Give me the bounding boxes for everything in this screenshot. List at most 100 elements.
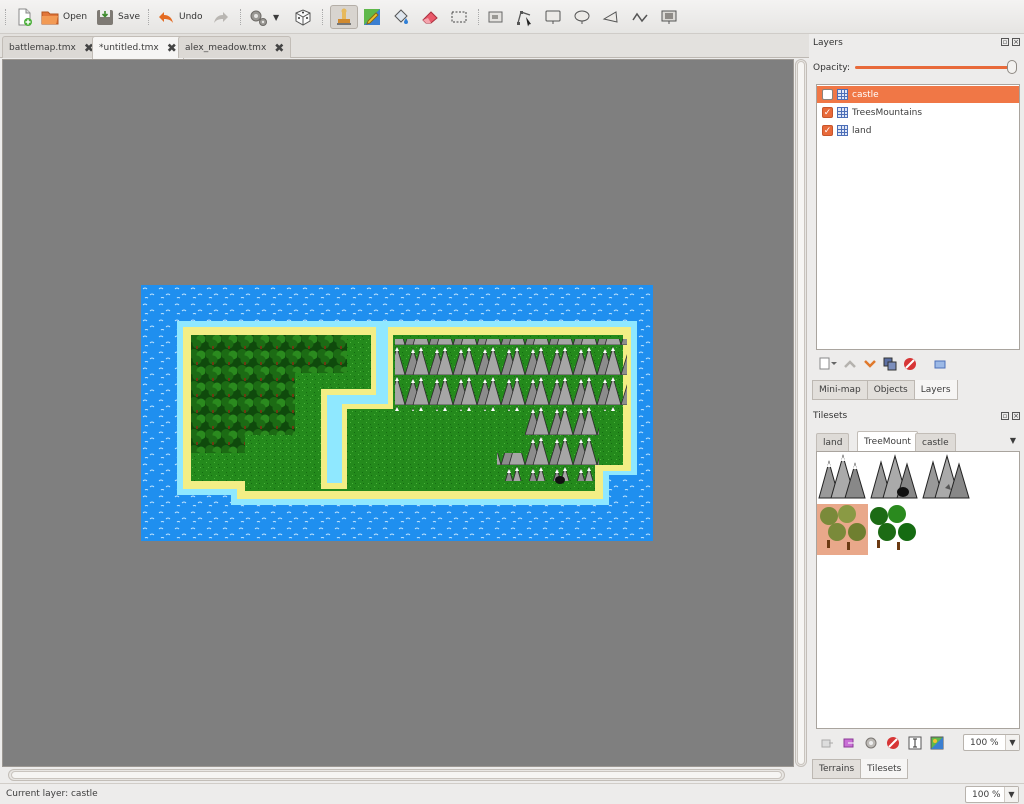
insert-polyline-button[interactable] xyxy=(630,5,652,29)
import-tileset-icon[interactable] xyxy=(842,736,856,750)
toolbar-grip[interactable] xyxy=(5,9,8,25)
remove-layer-icon[interactable] xyxy=(903,357,917,371)
tab-battlemap[interactable]: battlemap.tmx ✖ xyxy=(2,36,101,58)
close-icon[interactable]: ✖ xyxy=(274,41,284,55)
select-objects-button[interactable] xyxy=(486,5,508,29)
layer-visibility-checkbox[interactable] xyxy=(822,89,833,100)
close-icon[interactable]: ✖ xyxy=(167,41,177,55)
mountain-path-tile[interactable] xyxy=(922,454,970,499)
tab-alex-meadow[interactable]: alex_meadow.tmx ✖ xyxy=(178,36,292,58)
rectangle-select-icon xyxy=(451,11,467,23)
tab-untitled[interactable]: *untitled.tmx ✖ xyxy=(92,36,184,59)
move-layer-down-icon[interactable] xyxy=(863,357,877,371)
commands-button[interactable] xyxy=(248,5,270,29)
tree-tile-selected[interactable] xyxy=(817,504,868,555)
rectangle-select-button[interactable] xyxy=(449,5,471,29)
folder-open-icon xyxy=(41,11,59,25)
status-bar: Current layer: castle 100 % ▼ xyxy=(0,783,1024,804)
tileset-tab-land[interactable]: land xyxy=(816,433,850,451)
tree-tile[interactable] xyxy=(870,505,916,550)
eraser-button[interactable] xyxy=(420,5,442,29)
layers-panel-buttons: ▫ × xyxy=(1001,38,1020,46)
save-button[interactable]: Save xyxy=(95,5,141,29)
stamp-brush-button[interactable] xyxy=(330,5,358,29)
tab-objects[interactable]: Objects xyxy=(866,380,915,400)
undo-button[interactable]: Undo xyxy=(156,5,206,29)
redo-arrow-icon xyxy=(214,12,228,23)
tileset-image-icon[interactable] xyxy=(930,736,944,750)
scroll-thumb[interactable] xyxy=(11,771,782,779)
move-layer-up-icon[interactable] xyxy=(843,357,857,371)
opacity-slider-handle[interactable] xyxy=(1007,60,1017,74)
tileset-tiles[interactable] xyxy=(817,452,1021,556)
layer-tools xyxy=(819,354,947,374)
edit-terrain-icon[interactable] xyxy=(908,736,922,750)
insert-tile-button[interactable] xyxy=(659,5,681,29)
layer-properties-icon[interactable] xyxy=(933,357,947,371)
new-map-button[interactable] xyxy=(14,5,36,29)
tileset-tabs: land TreeMount castle ▼ xyxy=(816,431,1020,451)
tab-tilesets[interactable]: Tilesets xyxy=(860,759,909,779)
layer-name: land xyxy=(852,125,872,136)
mountain-tile[interactable] xyxy=(817,452,868,502)
tab-label: battlemap.tmx xyxy=(9,42,76,53)
new-tileset-icon[interactable] xyxy=(820,736,834,750)
edit-polygon-icon xyxy=(517,11,531,27)
toolbar-separator xyxy=(148,9,151,25)
add-layer-icon[interactable] xyxy=(819,357,837,371)
layers-list[interactable]: castle ✓ TreesMountains ✓ land xyxy=(816,84,1020,350)
layers-bottom-tabs: Mini-map Objects Layers xyxy=(812,380,958,400)
layer-visibility-checkbox[interactable]: ✓ xyxy=(822,107,833,118)
tileset-tab-treemount[interactable]: TreeMount xyxy=(857,431,918,451)
insert-polyline-icon xyxy=(632,12,648,23)
tileset-zoom-select[interactable]: 100 % ▼ xyxy=(963,734,1020,751)
close-icon[interactable]: × xyxy=(1012,38,1020,46)
insert-rectangle-icon xyxy=(545,10,561,24)
remove-tileset-icon[interactable] xyxy=(886,736,900,750)
bucket-fill-button[interactable] xyxy=(391,5,413,29)
dice-icon xyxy=(295,9,311,26)
tab-label: *untitled.tmx xyxy=(99,43,159,53)
layer-row-treesmountains[interactable]: ✓ TreesMountains xyxy=(817,104,1019,121)
vertical-scrollbar[interactable] xyxy=(795,59,807,767)
layer-visibility-checkbox[interactable]: ✓ xyxy=(822,125,833,136)
float-icon[interactable]: ▫ xyxy=(1001,412,1009,420)
random-mode-button[interactable] xyxy=(293,5,315,29)
opacity-label: Opacity: xyxy=(813,63,850,73)
layer-row-castle[interactable]: castle xyxy=(817,86,1019,103)
insert-polygon-button[interactable] xyxy=(601,5,623,29)
duplicate-layer-icon[interactable] xyxy=(883,357,897,371)
layer-row-land[interactable]: ✓ land xyxy=(817,122,1019,139)
tab-label: alex_meadow.tmx xyxy=(185,42,267,53)
dropdown-arrow-icon: ▼ xyxy=(1005,735,1019,750)
tileset-view[interactable] xyxy=(816,451,1020,729)
tab-mini-map[interactable]: Mini-map xyxy=(812,380,868,400)
tileset-properties-icon[interactable] xyxy=(864,736,878,750)
toolbar-separator xyxy=(240,9,243,25)
terrain-brush-button[interactable] xyxy=(362,5,384,29)
undo-label: Undo xyxy=(179,12,203,22)
new-file-icon xyxy=(18,8,32,26)
scroll-thumb[interactable] xyxy=(797,61,805,765)
insert-ellipse-button[interactable] xyxy=(572,5,594,29)
map-zoom-select[interactable]: 100 % ▼ xyxy=(965,786,1019,803)
edit-polygons-button[interactable] xyxy=(514,5,536,29)
close-icon[interactable]: × xyxy=(1012,412,1020,420)
open-button[interactable]: Open xyxy=(40,5,90,29)
tileset-tab-castle[interactable]: castle xyxy=(915,433,956,451)
tile-map[interactable] xyxy=(141,285,653,541)
tilesets-panel-buttons: ▫ × xyxy=(1001,412,1020,420)
tab-layers[interactable]: Layers xyxy=(913,380,958,400)
tileset-tabs-menu-icon[interactable]: ▼ xyxy=(1010,436,1016,445)
opacity-slider[interactable] xyxy=(855,66,1015,69)
mountain-cave-tile[interactable] xyxy=(870,454,918,499)
float-icon[interactable]: ▫ xyxy=(1001,38,1009,46)
horizontal-scrollbar[interactable] xyxy=(8,769,785,781)
zoom-value: 100 % xyxy=(972,789,1001,800)
tilesets-panel-title: Tilesets xyxy=(813,411,848,421)
commands-dropdown[interactable]: ▼ xyxy=(273,5,285,29)
redo-button[interactable] xyxy=(211,5,233,29)
layers-panel-title: Layers xyxy=(813,38,843,48)
insert-rectangle-button[interactable] xyxy=(543,5,565,29)
tab-terrains[interactable]: Terrains xyxy=(812,759,862,779)
